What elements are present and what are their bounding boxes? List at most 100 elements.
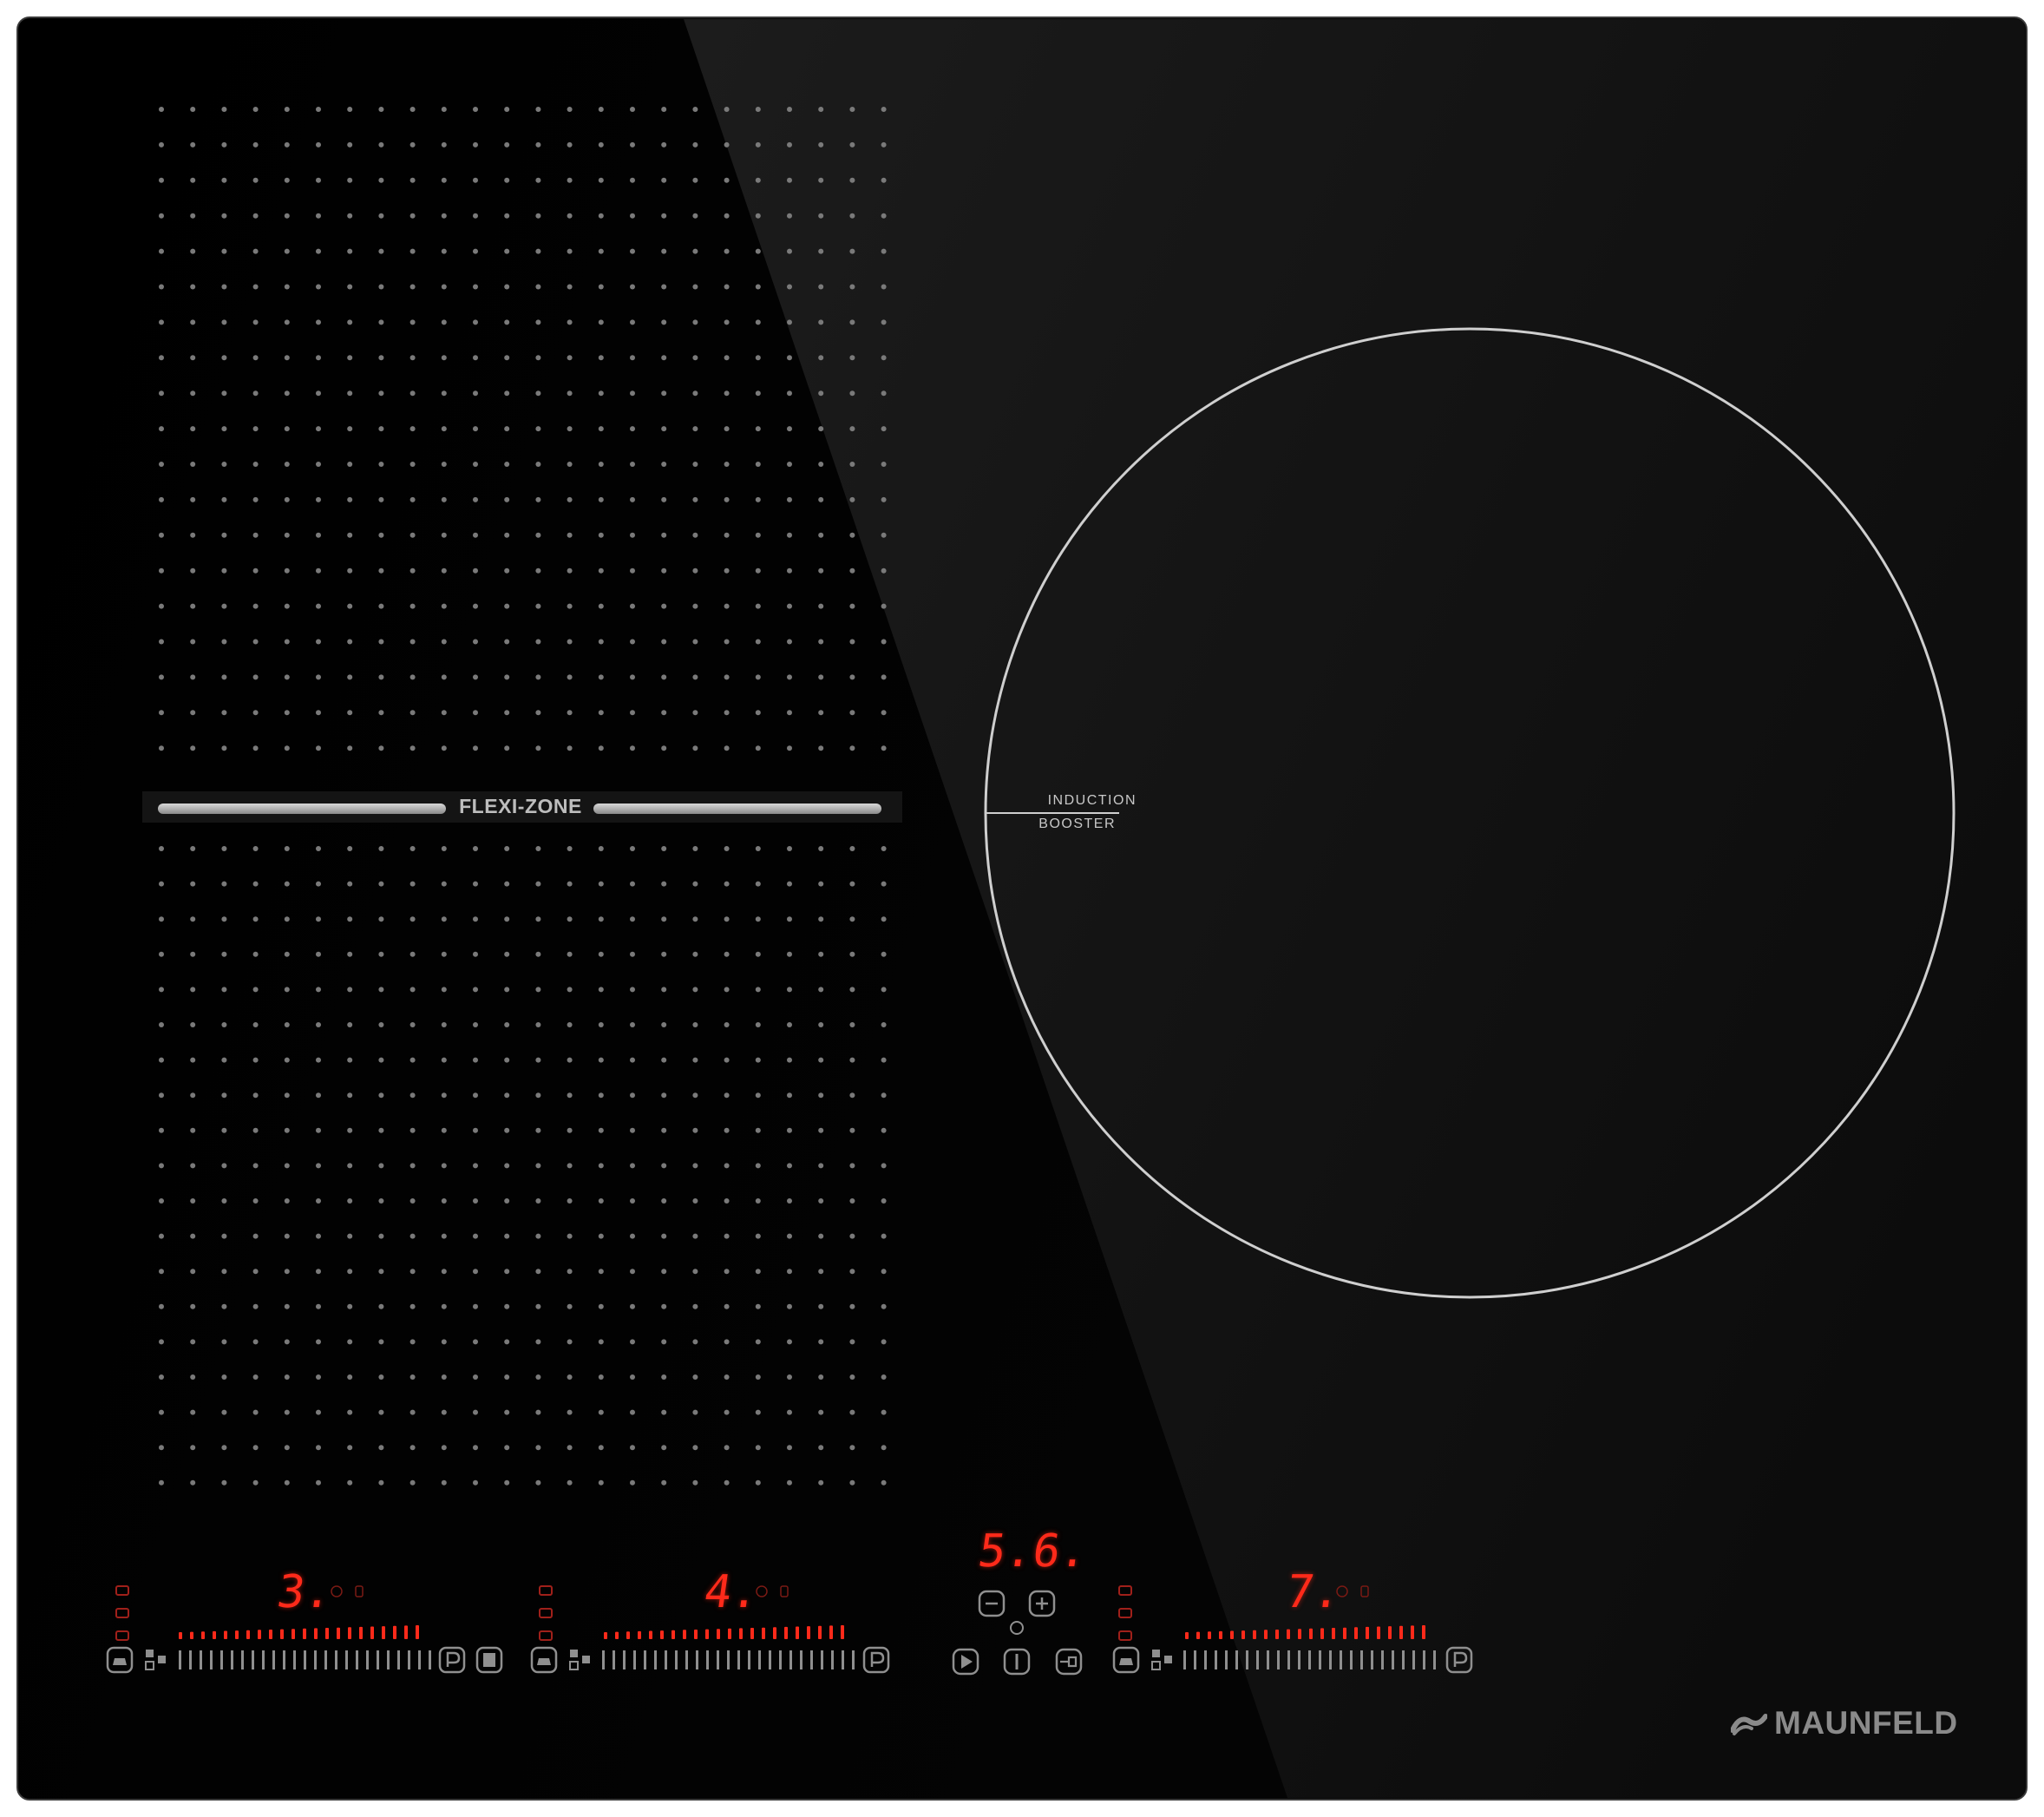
slider-tick — [377, 1650, 379, 1669]
grid-dot — [755, 1269, 761, 1275]
grid-dot — [630, 1057, 635, 1063]
power-level-led — [1219, 1630, 1222, 1639]
power-level-led — [694, 1630, 698, 1639]
grid-dot — [755, 1374, 761, 1380]
zone-select-dot[interactable] — [1164, 1656, 1172, 1663]
slider-tick — [852, 1650, 855, 1669]
grid-dot — [504, 1198, 510, 1204]
grid-dot — [378, 639, 384, 645]
grid-dot — [535, 1163, 541, 1169]
grid-dot — [724, 1409, 730, 1415]
grid-dot — [787, 141, 792, 148]
grid-dot — [221, 1022, 227, 1027]
power-level-led — [750, 1628, 754, 1639]
zone-select-dot[interactable] — [146, 1650, 154, 1657]
grid-dot — [441, 603, 447, 609]
grid-dot — [473, 1022, 478, 1027]
grid-dot — [316, 1374, 321, 1380]
grid-dot — [818, 1445, 824, 1451]
grid-dot — [755, 319, 761, 325]
grid-dot — [473, 603, 478, 609]
grid-dot — [504, 1409, 510, 1415]
grid-dot — [661, 567, 667, 574]
grid-dot — [755, 674, 761, 680]
grid-dot — [787, 390, 792, 397]
grid-dot — [316, 987, 321, 993]
slider-tick — [842, 1650, 844, 1669]
grid-dot — [598, 1057, 604, 1063]
grid-dot — [535, 1339, 541, 1345]
grid-dot — [661, 1233, 667, 1239]
grid-dot — [409, 881, 416, 887]
grid-dot — [724, 1092, 730, 1099]
grid-dot — [504, 1127, 510, 1133]
grid-dot — [849, 745, 855, 751]
grid-dot — [284, 248, 290, 254]
grid-dot — [692, 1092, 698, 1099]
grid-dot — [316, 462, 321, 467]
grid-dot — [159, 881, 164, 887]
slider-tick — [189, 1650, 192, 1669]
grid-dot — [159, 1163, 164, 1169]
grid-dot — [441, 426, 447, 432]
slider-tick — [1371, 1650, 1373, 1669]
grid-dot — [378, 426, 384, 432]
grid-dot — [409, 567, 416, 574]
grid-dot — [252, 248, 259, 254]
grid-dot — [567, 390, 573, 397]
grid-dot — [159, 745, 164, 751]
slider-tick — [1204, 1650, 1207, 1669]
grid-dot — [535, 1445, 541, 1451]
slider-tick — [179, 1650, 181, 1669]
zone-select-dot[interactable] — [582, 1656, 590, 1663]
grid-dot — [661, 674, 667, 680]
slider-tick — [1267, 1650, 1269, 1669]
grid-dot — [441, 532, 447, 538]
grid-dot — [818, 355, 824, 361]
power-level-led — [370, 1626, 374, 1639]
grid-dot — [316, 567, 321, 574]
grid-dot — [787, 674, 792, 680]
slider-tick — [706, 1650, 709, 1669]
grid-dot — [284, 567, 290, 574]
grid-dot — [473, 319, 478, 325]
grid-dot — [818, 1479, 824, 1486]
zone-select-dot[interactable] — [1152, 1650, 1160, 1657]
grid-dot — [473, 916, 478, 922]
grid-dot — [316, 532, 321, 538]
grid-dot — [252, 426, 259, 432]
grid-dot — [535, 107, 541, 112]
grid-dot — [378, 1057, 384, 1063]
grid-dot — [661, 532, 667, 538]
grid-dot — [159, 1339, 164, 1345]
grid-dot — [661, 987, 667, 993]
grid-dot — [473, 674, 478, 680]
grid-dot — [881, 1127, 887, 1133]
grid-dot — [787, 426, 792, 432]
slider-tick — [314, 1650, 317, 1669]
grid-dot — [221, 1445, 227, 1451]
grid-dot — [692, 1127, 698, 1133]
grid-dot — [849, 177, 855, 183]
grid-dot — [724, 319, 730, 325]
booster-label: BOOSTER — [1038, 817, 1116, 831]
grid-dot — [473, 1233, 478, 1239]
grid-dot — [252, 987, 259, 993]
grid-dot — [881, 496, 887, 502]
grid-dot — [473, 881, 478, 887]
grid-dot — [567, 355, 573, 361]
grid-dot — [598, 1269, 604, 1275]
grid-dot — [787, 987, 792, 993]
zone-select-dot[interactable] — [158, 1656, 166, 1663]
grid-dot — [409, 1479, 416, 1486]
grid-dot — [535, 1092, 541, 1099]
grid-dot — [159, 567, 164, 574]
grid-dot — [630, 846, 635, 851]
grid-dot — [598, 916, 604, 922]
grid-dot — [724, 987, 730, 993]
zone-select-dot[interactable] — [570, 1650, 578, 1657]
power-level-led — [1411, 1625, 1414, 1639]
grid-dot — [818, 532, 824, 538]
grid-dot — [598, 1022, 604, 1027]
grid-dot — [692, 1198, 698, 1204]
